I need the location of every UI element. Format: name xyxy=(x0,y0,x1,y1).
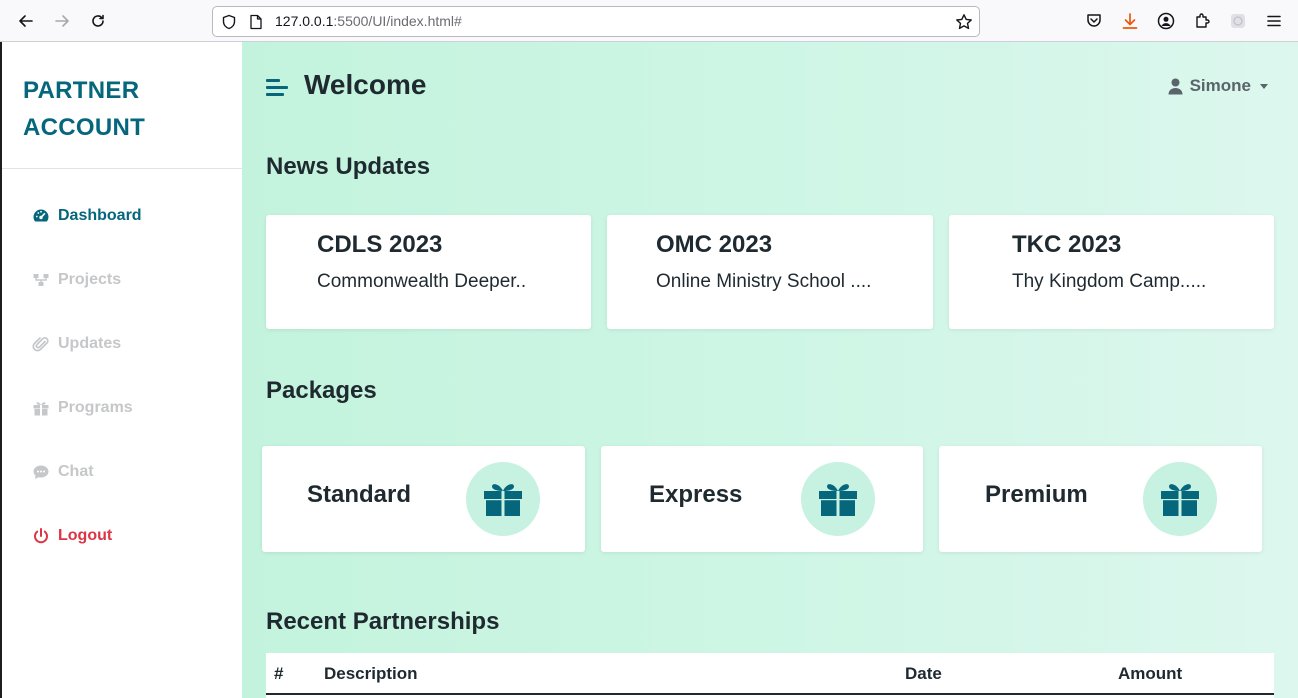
package-name: Standard xyxy=(307,481,412,508)
user-icon xyxy=(1168,78,1183,94)
url-path: :5500/UI/index.html# xyxy=(333,13,462,29)
bookmark-star-icon[interactable] xyxy=(955,13,973,31)
table-header: # Description Date Amount xyxy=(266,653,1274,695)
pocket-icon xyxy=(1087,14,1101,27)
page-title: Welcome xyxy=(304,69,427,100)
sidebar-item-chat[interactable]: Chat xyxy=(32,463,94,481)
package-icon-circle xyxy=(466,462,540,536)
gift-icon xyxy=(33,402,49,416)
gauge-icon xyxy=(33,209,49,222)
account-icon xyxy=(1157,12,1175,30)
sitemap-icon xyxy=(33,274,49,286)
downloads-button[interactable] xyxy=(1120,11,1140,31)
main-content: Welcome Simone News Updates CDLS 2023 Co… xyxy=(242,42,1298,698)
package-card-standard[interactable]: Standard xyxy=(262,446,585,552)
news-card-title: TKC 2023 xyxy=(1012,231,1122,258)
gift-icon xyxy=(1161,484,1199,516)
extension-button[interactable] xyxy=(1228,11,1248,31)
column-header-description[interactable]: Description xyxy=(324,664,418,684)
sidebar-item-dashboard[interactable]: Dashboard xyxy=(32,207,142,225)
page-icon[interactable] xyxy=(249,14,263,30)
news-card-description: Thy Kingdom Camp..... xyxy=(1012,271,1207,292)
news-card-description: Online Ministry School .... xyxy=(656,271,872,292)
sidebar-item-updates[interactable]: Updates xyxy=(32,335,121,353)
sidebar-item-label: Chat xyxy=(58,463,94,480)
brand-logo[interactable]: PARTNER ACCOUNT xyxy=(23,72,223,146)
user-dropdown[interactable]: Simone xyxy=(1168,76,1268,96)
gift-icon xyxy=(819,484,857,516)
sidebar-item-logout[interactable]: Logout xyxy=(32,527,112,545)
column-header-date[interactable]: Date xyxy=(905,664,942,684)
gift-icon xyxy=(484,484,522,516)
news-card-title: CDLS 2023 xyxy=(317,231,443,258)
package-card-express[interactable]: Express xyxy=(601,446,923,552)
sidebar-toggle-icon[interactable] xyxy=(266,78,288,98)
back-button[interactable] xyxy=(14,9,38,33)
partnerships-heading: Recent Partnerships xyxy=(266,608,500,635)
paperclip-icon xyxy=(32,337,49,352)
sidebar-item-label: Programs xyxy=(58,399,133,416)
shield-icon[interactable] xyxy=(221,14,237,30)
sidebar-item-label: Logout xyxy=(58,527,113,544)
chat-icon xyxy=(33,465,49,479)
sidebar-divider xyxy=(2,168,242,169)
back-arrow-icon xyxy=(19,15,33,27)
address-bar[interactable]: 127.0.0.1:5500/UI/index.html# xyxy=(212,6,980,37)
chevron-down-icon xyxy=(1260,83,1268,89)
packages-heading: Packages xyxy=(266,377,377,404)
news-card-description: Commonwealth Deeper.. xyxy=(317,271,527,292)
partnerships-table: # Description Date Amount xyxy=(266,653,1274,698)
reload-button[interactable] xyxy=(86,9,110,33)
user-name: Simone xyxy=(1189,76,1251,95)
news-card[interactable]: TKC 2023 Thy Kingdom Camp..... xyxy=(949,215,1274,329)
package-name: Express xyxy=(649,481,743,508)
extensions-button[interactable] xyxy=(1192,11,1212,31)
forward-button[interactable] xyxy=(50,9,74,33)
column-header-number[interactable]: # xyxy=(274,664,283,684)
sidebar-item-label: Dashboard xyxy=(58,207,142,224)
package-icon-circle xyxy=(801,462,875,536)
reload-icon xyxy=(92,14,104,27)
forward-arrow-icon xyxy=(55,15,69,27)
sidebar-item-programs[interactable]: Programs xyxy=(32,399,133,417)
sidebar: PARTNER ACCOUNT Dashboard Projects Updat… xyxy=(0,42,242,698)
download-icon xyxy=(1122,13,1138,29)
news-heading: News Updates xyxy=(266,153,431,180)
browser-toolbar: 127.0.0.1:5500/UI/index.html# xyxy=(0,0,1298,42)
pocket-button[interactable] xyxy=(1084,11,1104,31)
sidebar-item-label: Projects xyxy=(58,271,122,288)
package-card-premium[interactable]: Premium xyxy=(939,446,1262,552)
sidebar-item-projects[interactable]: Projects xyxy=(32,271,121,289)
column-header-amount[interactable]: Amount xyxy=(1118,664,1182,684)
brand-line-1: PARTNER xyxy=(23,77,140,104)
account-button[interactable] xyxy=(1156,11,1176,31)
news-card-title: OMC 2023 xyxy=(656,231,773,258)
url-text[interactable]: 127.0.0.1:5500/UI/index.html# xyxy=(275,13,462,29)
power-icon xyxy=(34,528,48,544)
sidebar-item-label: Updates xyxy=(58,335,122,352)
news-card[interactable]: OMC 2023 Online Ministry School .... xyxy=(607,215,933,329)
package-name: Premium xyxy=(985,481,1088,508)
extension-icon xyxy=(1231,14,1245,28)
hamburger-menu-icon xyxy=(1267,15,1281,27)
news-card[interactable]: CDLS 2023 Commonwealth Deeper.. xyxy=(266,215,591,329)
app-menu-button[interactable] xyxy=(1264,11,1284,31)
package-icon-circle xyxy=(1143,462,1217,536)
url-host: 127.0.0.1 xyxy=(275,13,334,29)
puzzle-icon xyxy=(1196,13,1210,28)
brand-line-2: ACCOUNT xyxy=(23,114,146,141)
